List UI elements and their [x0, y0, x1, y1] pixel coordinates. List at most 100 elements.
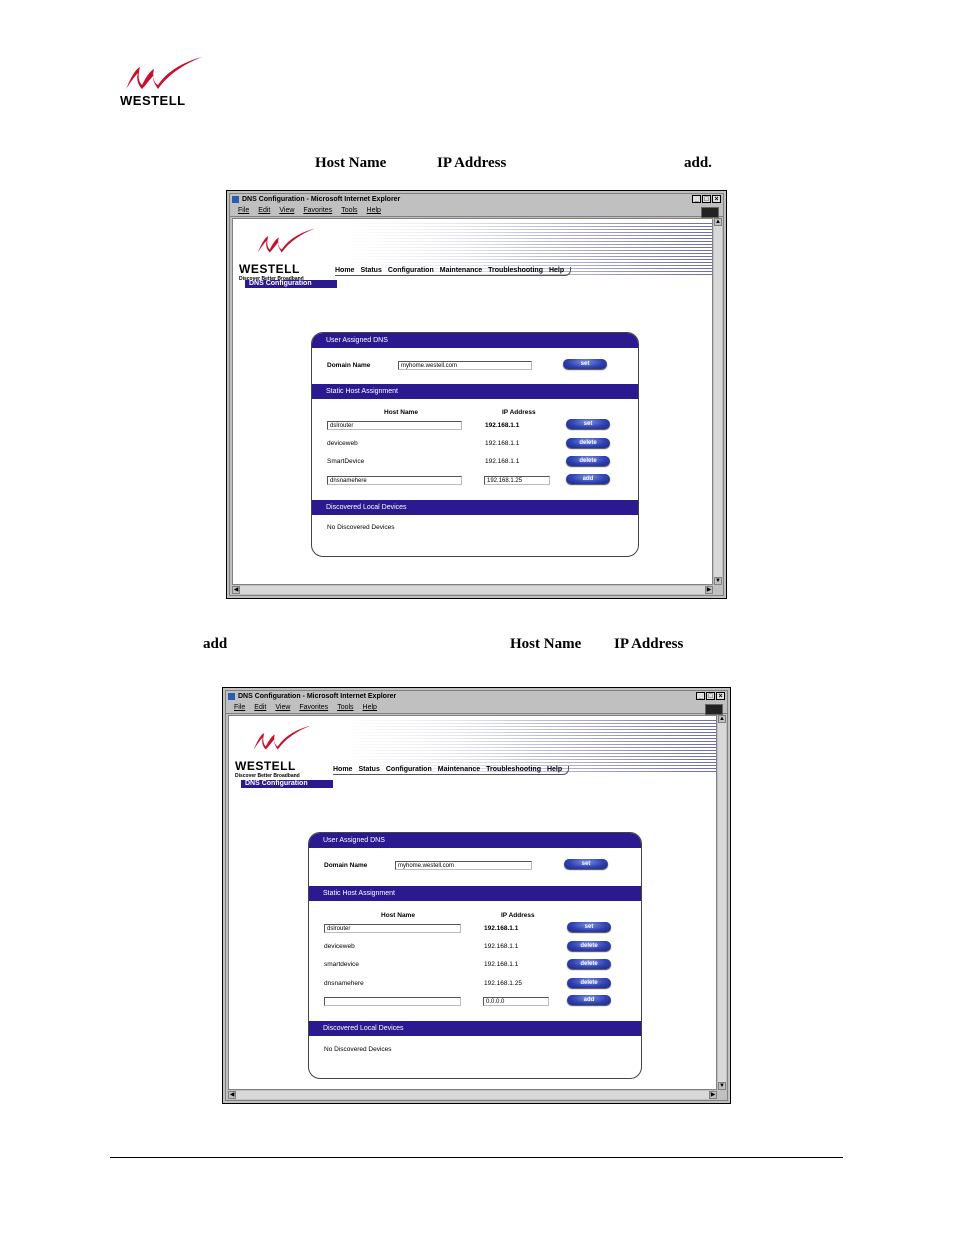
ip-address-value: 192.168.1.1: [485, 422, 520, 429]
menu-view[interactable]: View: [279, 205, 294, 216]
discovered-empty-text: No Discovered Devices: [327, 524, 395, 531]
domain-set-button[interactable]: set: [564, 859, 608, 869]
scroll-up-icon[interactable]: ▲: [718, 715, 726, 723]
menu-favorites[interactable]: Favorites: [299, 702, 328, 713]
horizontal-scrollbar[interactable]: ◀ ▶: [228, 1091, 717, 1099]
menu-help[interactable]: Help: [363, 702, 377, 713]
host-add-button[interactable]: add: [567, 995, 611, 1005]
host-delete-button[interactable]: delete: [567, 959, 611, 969]
host-name-value: SmartDevice: [327, 458, 365, 465]
nav-configuration[interactable]: Configuration: [388, 267, 434, 274]
nav-troubleshooting[interactable]: Troubleshooting: [488, 267, 543, 274]
domain-name-label: Domain Name: [327, 362, 371, 369]
host-name-input[interactable]: dslrouter: [324, 924, 461, 933]
windows-logo-icon: [705, 704, 723, 715]
scroll-left-icon[interactable]: ◀: [228, 1091, 236, 1099]
domain-name-input[interactable]: myhome.westell.com: [395, 861, 532, 870]
col-ip-address: IP Address: [501, 912, 535, 919]
para-host-name: Host Name: [510, 636, 582, 652]
nav-home[interactable]: Home: [335, 267, 354, 274]
user-dns-heading: User Assigned DNS: [309, 833, 641, 848]
menu-edit[interactable]: Edit: [254, 702, 266, 713]
nav-status[interactable]: Status: [358, 766, 379, 773]
domain-name-label: Domain Name: [324, 862, 368, 869]
minimize-button[interactable]: _: [692, 195, 701, 203]
menu-file[interactable]: File: [238, 205, 249, 216]
nav-help[interactable]: Help: [549, 267, 564, 274]
para-ip-address: IP Address: [614, 636, 684, 652]
browser-window-1: DNS Configuration - Microsoft Internet E…: [226, 190, 727, 599]
col-host-name: Host Name: [381, 912, 415, 919]
westell-swoosh-icon: [126, 57, 202, 89]
host-name-input[interactable]: dslrouter: [327, 421, 462, 430]
minimize-button[interactable]: _: [696, 692, 705, 700]
host-delete-button[interactable]: delete: [566, 438, 610, 448]
domain-name-input[interactable]: myhome.westell.com: [398, 361, 532, 370]
host-add-button[interactable]: add: [566, 474, 610, 484]
menu-edit[interactable]: Edit: [258, 205, 270, 216]
westell-brand: WESTELL Discover Better Broadband: [239, 227, 329, 282]
window-title: DNS Configuration - Microsoft Internet E…: [242, 196, 401, 203]
nav-configuration[interactable]: Configuration: [386, 766, 432, 773]
ip-address-value: 192.168.1.1: [484, 943, 519, 950]
maximize-button[interactable]: □: [702, 195, 711, 203]
host-name-value: deviceweb: [324, 943, 355, 950]
vertical-scrollbar[interactable]: ▲ ▼: [714, 218, 722, 585]
ip-address-value: 192.168.1.1: [485, 440, 520, 447]
menu-help[interactable]: Help: [367, 205, 381, 216]
menu-file[interactable]: File: [234, 702, 245, 713]
brand-tagline: Discover Better Broadband: [235, 773, 300, 779]
nav-home[interactable]: Home: [333, 766, 352, 773]
page-viewport: WESTELL Discover Better Broadband Home S…: [228, 715, 717, 1090]
menu-tools[interactable]: Tools: [341, 205, 357, 216]
new-ip-address-input[interactable]: 192.168.1.25: [484, 476, 550, 485]
nav-troubleshooting[interactable]: Troubleshooting: [486, 766, 541, 773]
scroll-left-icon[interactable]: ◀: [232, 586, 240, 594]
menu-tools[interactable]: Tools: [337, 702, 353, 713]
menu-view[interactable]: View: [275, 702, 290, 713]
menu-bar: File Edit View Favorites Tools Help: [226, 702, 727, 714]
westell-swoosh-icon: [253, 725, 311, 750]
ie-icon: [228, 693, 235, 700]
scroll-down-icon[interactable]: ▼: [718, 1082, 726, 1090]
host-delete-button[interactable]: delete: [567, 941, 611, 951]
scroll-down-icon[interactable]: ▼: [714, 577, 722, 585]
page-viewport: WESTELL Discover Better Broadband Home S…: [232, 218, 713, 585]
ip-address-value: 192.168.1.25: [484, 980, 522, 987]
user-dns-heading: User Assigned DNS: [312, 333, 638, 348]
new-host-name-input[interactable]: [324, 997, 461, 1006]
nav-help[interactable]: Help: [547, 766, 562, 773]
menu-favorites[interactable]: Favorites: [303, 205, 332, 216]
ip-address-value: 192.168.1.1: [485, 458, 520, 465]
scroll-right-icon[interactable]: ▶: [705, 586, 713, 594]
close-button[interactable]: ×: [716, 692, 725, 700]
intro-ip-address: IP Address: [437, 155, 507, 171]
maximize-button[interactable]: □: [706, 692, 715, 700]
host-delete-button[interactable]: delete: [567, 978, 611, 988]
westell-logo: WESTELL: [118, 55, 204, 108]
scroll-up-icon[interactable]: ▲: [714, 218, 722, 226]
nav-status[interactable]: Status: [360, 267, 381, 274]
new-ip-address-input[interactable]: 0.0.0.0: [483, 997, 549, 1006]
vertical-scrollbar[interactable]: ▲ ▼: [718, 715, 726, 1090]
new-host-name-input[interactable]: dnsnamehere: [327, 476, 462, 485]
discovered-heading: Discovered Local Devices: [312, 500, 638, 515]
intro-add: add.: [684, 155, 712, 171]
host-name-value: smartdevice: [324, 961, 360, 968]
horizontal-scrollbar[interactable]: ◀ ▶: [232, 586, 713, 594]
nav-maintenance[interactable]: Maintenance: [440, 267, 482, 274]
ip-address-value: 192.168.1.1: [484, 961, 519, 968]
para-add: add: [203, 636, 228, 652]
static-host-heading: Static Host Assignment: [309, 886, 641, 901]
ie-icon: [232, 196, 239, 203]
host-delete-button[interactable]: delete: [566, 456, 610, 466]
host-set-button[interactable]: set: [567, 922, 611, 932]
col-ip-address: IP Address: [502, 409, 536, 416]
close-button[interactable]: ×: [712, 195, 721, 203]
host-set-button[interactable]: set: [566, 419, 610, 429]
domain-set-button[interactable]: set: [563, 359, 607, 369]
scroll-right-icon[interactable]: ▶: [709, 1091, 717, 1099]
windows-logo-icon: [701, 207, 719, 218]
logo-wordmark: WESTELL: [120, 93, 186, 108]
nav-maintenance[interactable]: Maintenance: [438, 766, 480, 773]
